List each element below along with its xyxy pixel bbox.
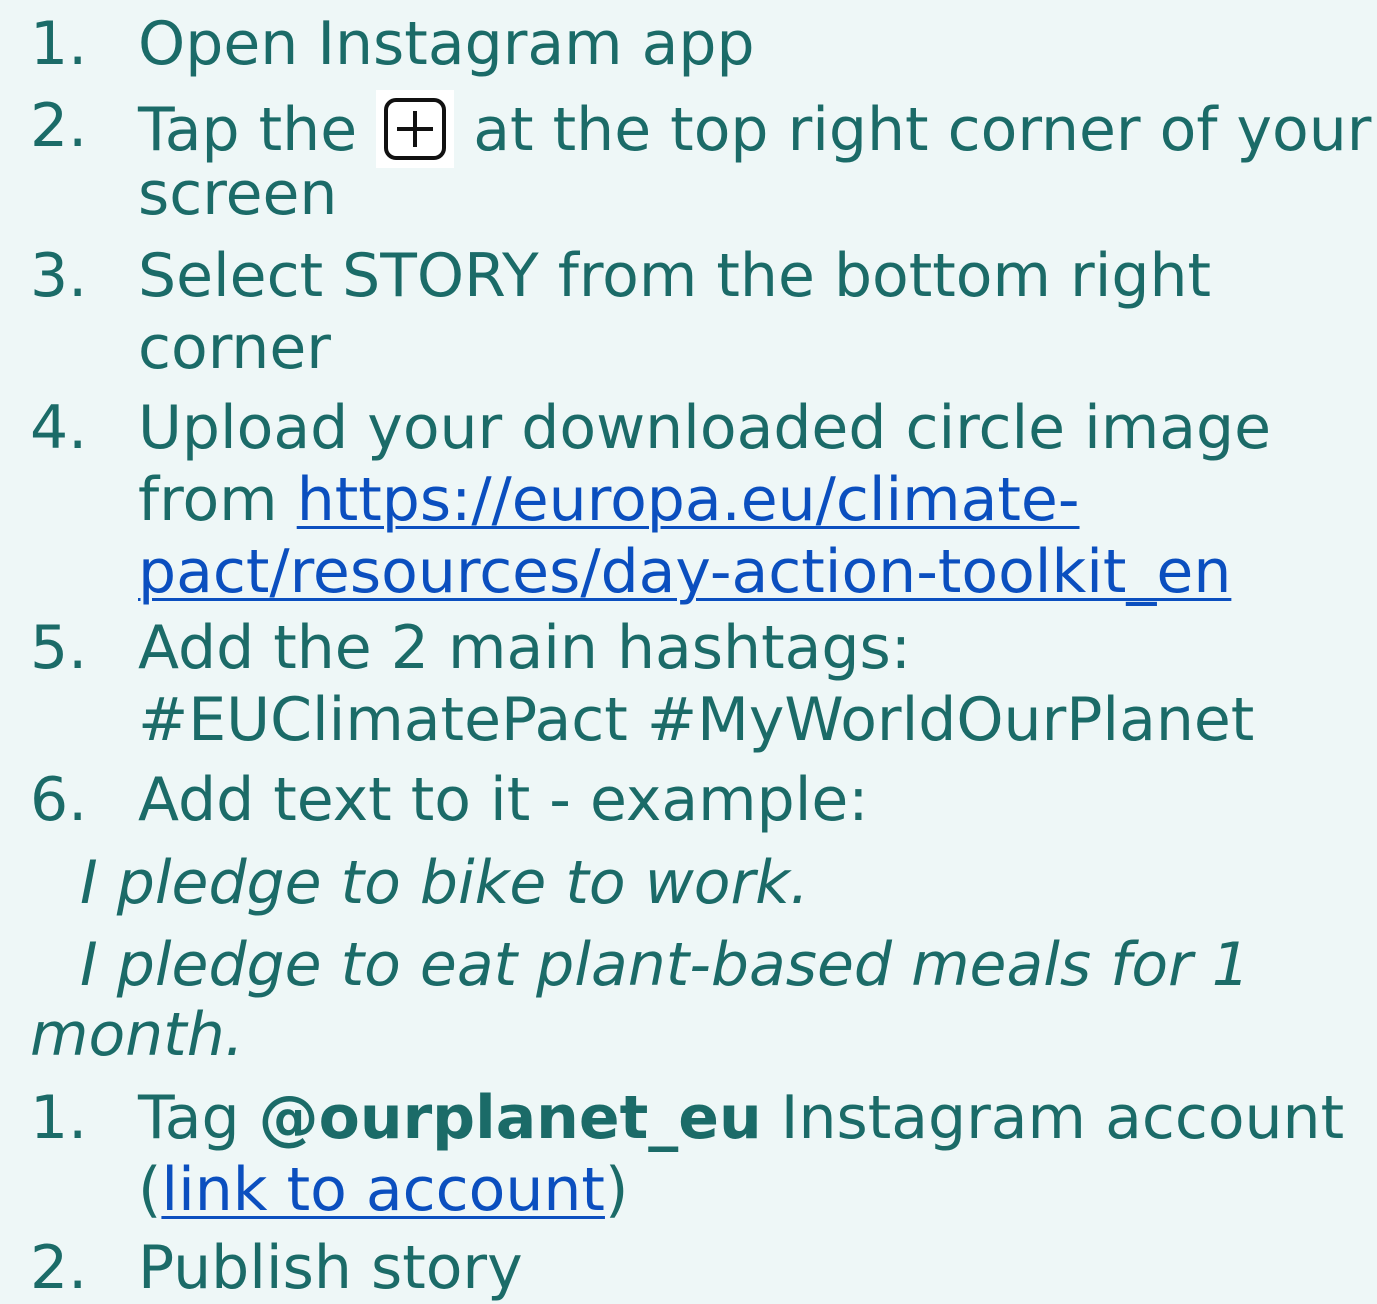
step-number: 1. [30, 9, 88, 79]
step-text: Tag @ourplanet_eu Instagram account (lin… [138, 1083, 1345, 1225]
step-number: 1. [30, 1083, 88, 1153]
example-pledge-meals: I pledge to eat plant-based meals for 1 … [30, 930, 1250, 1070]
plus-square-icon [376, 90, 455, 168]
step-text: Add the 2 main hashtags: #EUClimatePact … [138, 612, 1374, 756]
step-text: Add text to it - example: [138, 765, 869, 835]
step-number: 3. [30, 241, 88, 311]
example-pledge-bike: I pledge to bike to work. [80, 848, 809, 918]
step-number: 2. [30, 1233, 88, 1303]
account-link[interactable]: link to account [161, 1155, 605, 1225]
toolkit-link-continued[interactable]: pact/resources/day-action-toolkit_en [138, 537, 1231, 607]
step-text: Publish story [138, 1233, 523, 1303]
step-text: Open Instagram app [138, 9, 755, 79]
step-number: 4. [30, 393, 88, 463]
step-number: 5. [30, 613, 88, 683]
step-number: 6. [30, 765, 88, 835]
toolkit-link[interactable]: https://europa.eu/climate- [297, 465, 1080, 535]
account-handle: @ourplanet_eu [258, 1083, 762, 1153]
hashtags: #EUClimatePact #MyWorldOurPlanet [138, 685, 1255, 755]
step-text: Tap the at the top right corner of your … [138, 90, 1374, 230]
step-number: 2. [30, 91, 88, 161]
instructions-page: 1. Open Instagram app 2. Tap the at the … [0, 0, 1377, 1303]
step-text: Upload your downloaded circle image from… [138, 393, 1272, 607]
step-text: Select STORY from the bottom right corne… [138, 241, 1211, 383]
